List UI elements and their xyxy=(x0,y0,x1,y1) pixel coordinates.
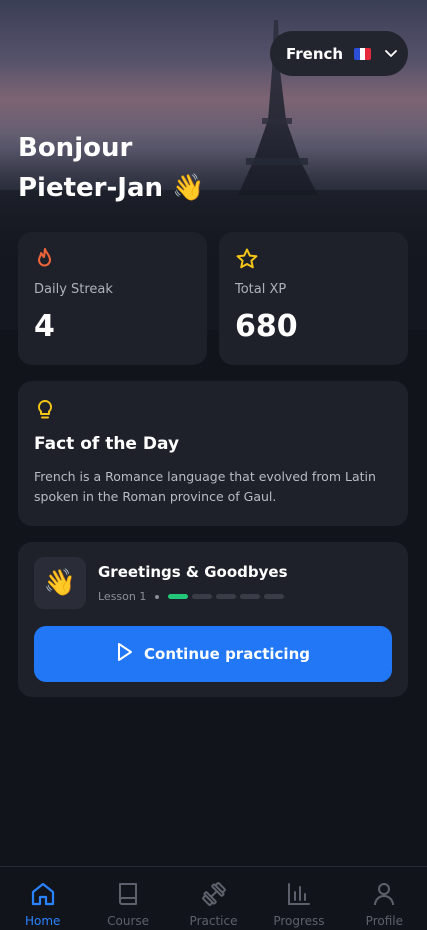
progress-step xyxy=(168,594,189,599)
tab-progress-label: Progress xyxy=(273,914,325,928)
chevron-down-icon xyxy=(385,49,398,58)
lesson-card: 👋 Greetings & Goodbyes Lesson 1 Continue… xyxy=(18,542,408,697)
fact-of-the-day-card: Fact of the Day French is a Romance lang… xyxy=(18,381,408,526)
fact-title: Fact of the Day xyxy=(34,434,180,454)
continue-practicing-label: Continue practicing xyxy=(144,645,310,663)
lightbulb-icon xyxy=(34,398,56,426)
tab-practice[interactable]: Practice xyxy=(171,867,256,930)
progress-step xyxy=(240,594,261,599)
tab-home-label: Home xyxy=(24,914,61,928)
bar-chart-icon xyxy=(286,881,312,910)
continue-practicing-button[interactable]: Continue practicing xyxy=(34,626,392,682)
flame-icon xyxy=(34,247,56,275)
streak-label: Daily Streak xyxy=(34,282,113,297)
greeting-hello: Bonjour xyxy=(18,133,133,163)
user-icon xyxy=(371,881,397,910)
greeting-name: Pieter-Jan 👋 xyxy=(18,173,205,203)
lesson-meta: Lesson 1 xyxy=(98,590,285,603)
book-icon xyxy=(115,881,141,910)
dumbbell-icon xyxy=(201,881,227,910)
tab-practice-label: Practice xyxy=(189,914,238,928)
language-selector[interactable]: French xyxy=(270,31,408,76)
language-label: French xyxy=(286,44,344,63)
tab-course[interactable]: Course xyxy=(85,867,170,930)
fact-text: French is a Romance language that evolve… xyxy=(34,469,376,504)
separator-dot xyxy=(155,594,160,599)
home-icon xyxy=(30,881,56,910)
progress-step xyxy=(264,594,285,599)
play-icon xyxy=(116,642,134,666)
total-xp-card: Total XP 680 xyxy=(219,232,408,365)
progress-step xyxy=(216,594,237,599)
lesson-progress xyxy=(168,594,285,599)
lesson-thumbnail: 👋 xyxy=(34,557,86,609)
tab-progress[interactable]: Progress xyxy=(256,867,341,930)
lesson-title: Greetings & Goodbyes xyxy=(98,563,288,581)
streak-value: 4 xyxy=(34,309,55,344)
greeting: Bonjour Pieter-Jan 👋 xyxy=(18,128,204,208)
tab-profile[interactable]: Profile xyxy=(342,867,427,930)
xp-label: Total XP xyxy=(235,282,287,297)
bottom-tab-bar: Home Course Practice Progress Profile xyxy=(0,866,427,930)
daily-streak-card: Daily Streak 4 xyxy=(18,232,207,365)
star-icon xyxy=(235,247,259,275)
tab-home[interactable]: Home xyxy=(0,867,85,930)
tab-course-label: Course xyxy=(107,914,150,928)
france-flag-icon xyxy=(354,47,372,60)
lesson-number: Lesson 1 xyxy=(98,590,147,603)
tab-profile-label: Profile xyxy=(365,914,403,928)
xp-value: 680 xyxy=(235,309,298,344)
progress-step xyxy=(192,594,213,599)
